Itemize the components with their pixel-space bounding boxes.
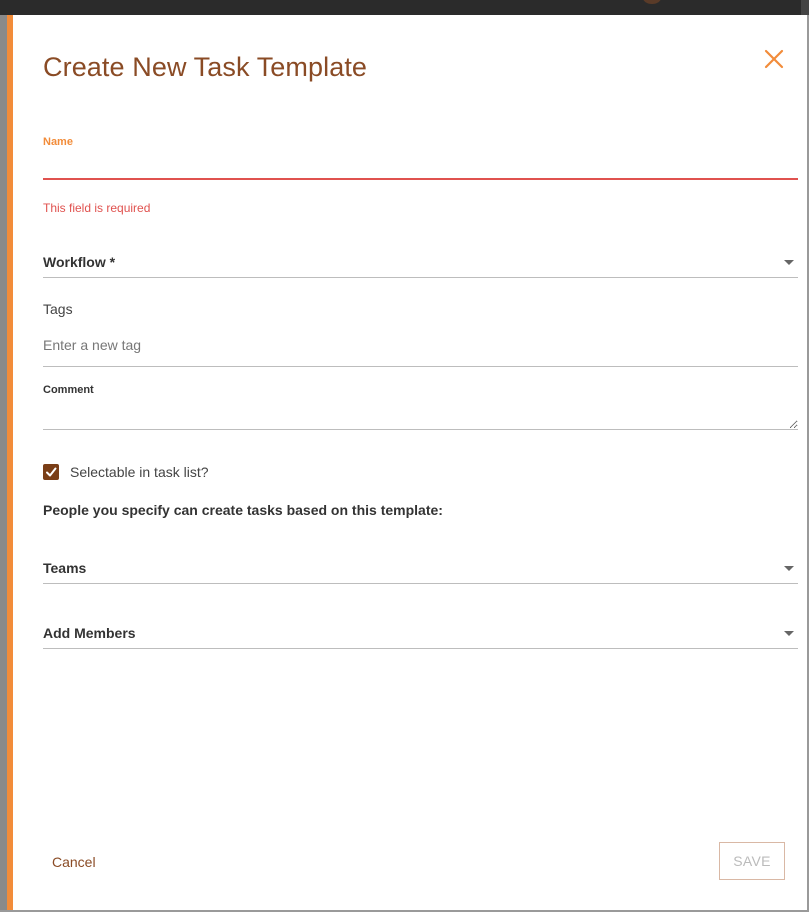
- workflow-underline: [43, 277, 798, 278]
- people-description: People you specify can create tasks base…: [43, 502, 443, 518]
- dialog-title: Create New Task Template: [43, 52, 368, 82]
- tags-input[interactable]: [43, 333, 798, 357]
- name-label: Name: [43, 136, 73, 148]
- selectable-label: Selectable in task list?: [70, 464, 209, 480]
- name-error-message: This field is required: [43, 201, 151, 215]
- teams-select[interactable]: Teams: [43, 556, 798, 584]
- caret-down-icon: [784, 631, 794, 636]
- workflow-label: Workflow *: [43, 254, 116, 270]
- window-top-bar: [0, 0, 809, 15]
- name-underline-error: [43, 178, 798, 180]
- cancel-button[interactable]: Cancel: [43, 848, 105, 876]
- top-right-strip: [801, 0, 809, 15]
- checkmark-icon: [46, 467, 57, 477]
- add-members-select[interactable]: Add Members: [43, 621, 798, 649]
- create-task-template-dialog: Create New Task Template Name This field…: [13, 15, 807, 910]
- caret-down-icon: [784, 566, 794, 571]
- name-input[interactable]: [43, 153, 802, 179]
- comment-textarea[interactable]: [43, 401, 798, 430]
- teams-label: Teams: [43, 560, 87, 576]
- dialog-left-accent: [0, 15, 13, 912]
- add-members-label: Add Members: [43, 625, 136, 641]
- add-members-underline: [43, 648, 798, 649]
- selectable-checkbox[interactable]: [43, 464, 59, 480]
- teams-underline: [43, 583, 798, 584]
- save-button[interactable]: SAVE: [719, 842, 785, 880]
- avatar-fragment: [643, 0, 661, 4]
- tags-label: Tags: [43, 301, 73, 317]
- comment-label: Comment: [43, 384, 94, 396]
- caret-down-icon: [784, 260, 794, 265]
- close-icon: [764, 49, 784, 69]
- tags-underline: [43, 366, 798, 367]
- workflow-select[interactable]: Workflow *: [43, 250, 798, 278]
- close-button[interactable]: [758, 43, 790, 75]
